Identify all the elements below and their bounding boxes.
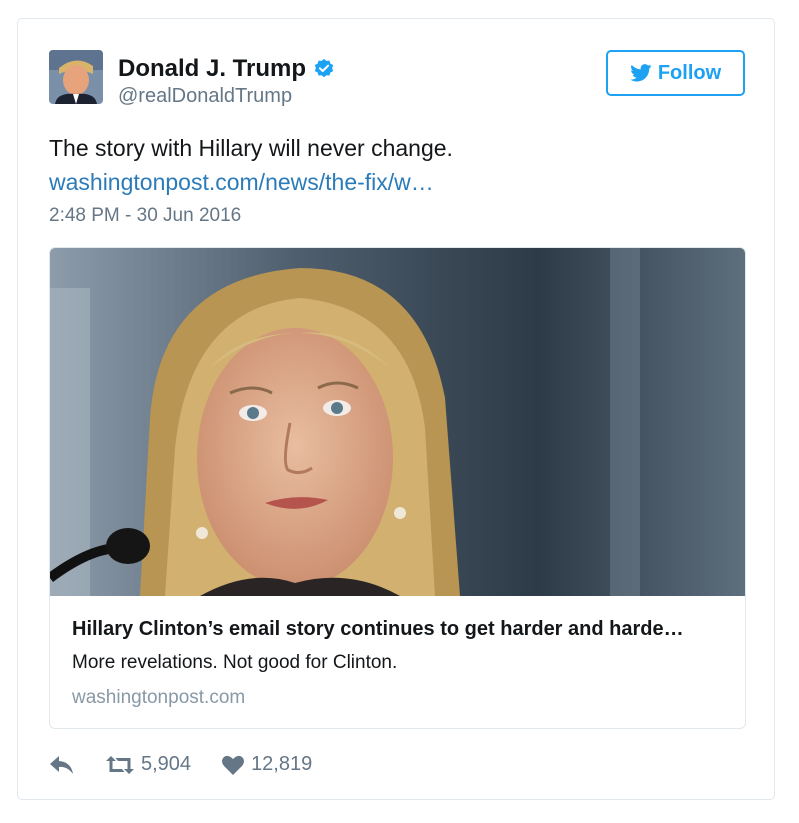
tweet-link[interactable]: washingtonpost.com/news/the-fix/w… <box>49 167 434 197</box>
preview-description: More revelations. Not good for Clinton. <box>72 652 398 673</box>
author-row: Donald J. Trump <box>118 55 335 83</box>
retweet-count: 5,904 <box>141 753 192 775</box>
tweet-actions: 5,904 12,819 <box>49 753 312 776</box>
heart-icon <box>222 755 245 775</box>
tweet-text: The story with Hillary will never change… <box>49 135 453 161</box>
tweet-timestamp[interactable]: 2:48 PM - 30 Jun 2016 <box>49 205 241 227</box>
preview-domain: washingtonpost.com <box>72 687 246 708</box>
retweet-icon <box>106 755 134 774</box>
author-name[interactable]: Donald J. Trump <box>118 55 306 83</box>
like-count: 12,819 <box>251 753 313 775</box>
avatar[interactable] <box>49 50 103 104</box>
reply-icon <box>50 755 73 774</box>
tweet-card: Donald J. Trump @realDonaldTrump Follow … <box>17 18 775 800</box>
reply-button[interactable] <box>49 754 75 776</box>
link-preview-card[interactable]: Hillary Clinton’s email story continues … <box>49 247 746 729</box>
verified-icon <box>314 58 334 78</box>
author-handle[interactable]: @realDonaldTrump <box>118 85 292 108</box>
twitter-bird-icon <box>630 64 652 82</box>
retweet-button[interactable]: 5,904 <box>105 753 191 776</box>
preview-title: Hillary Clinton’s email story continues … <box>72 618 684 640</box>
like-button[interactable]: 12,819 <box>221 753 312 776</box>
follow-label: Follow <box>657 61 722 84</box>
follow-button[interactable]: Follow <box>606 50 745 96</box>
preview-image <box>50 248 745 596</box>
